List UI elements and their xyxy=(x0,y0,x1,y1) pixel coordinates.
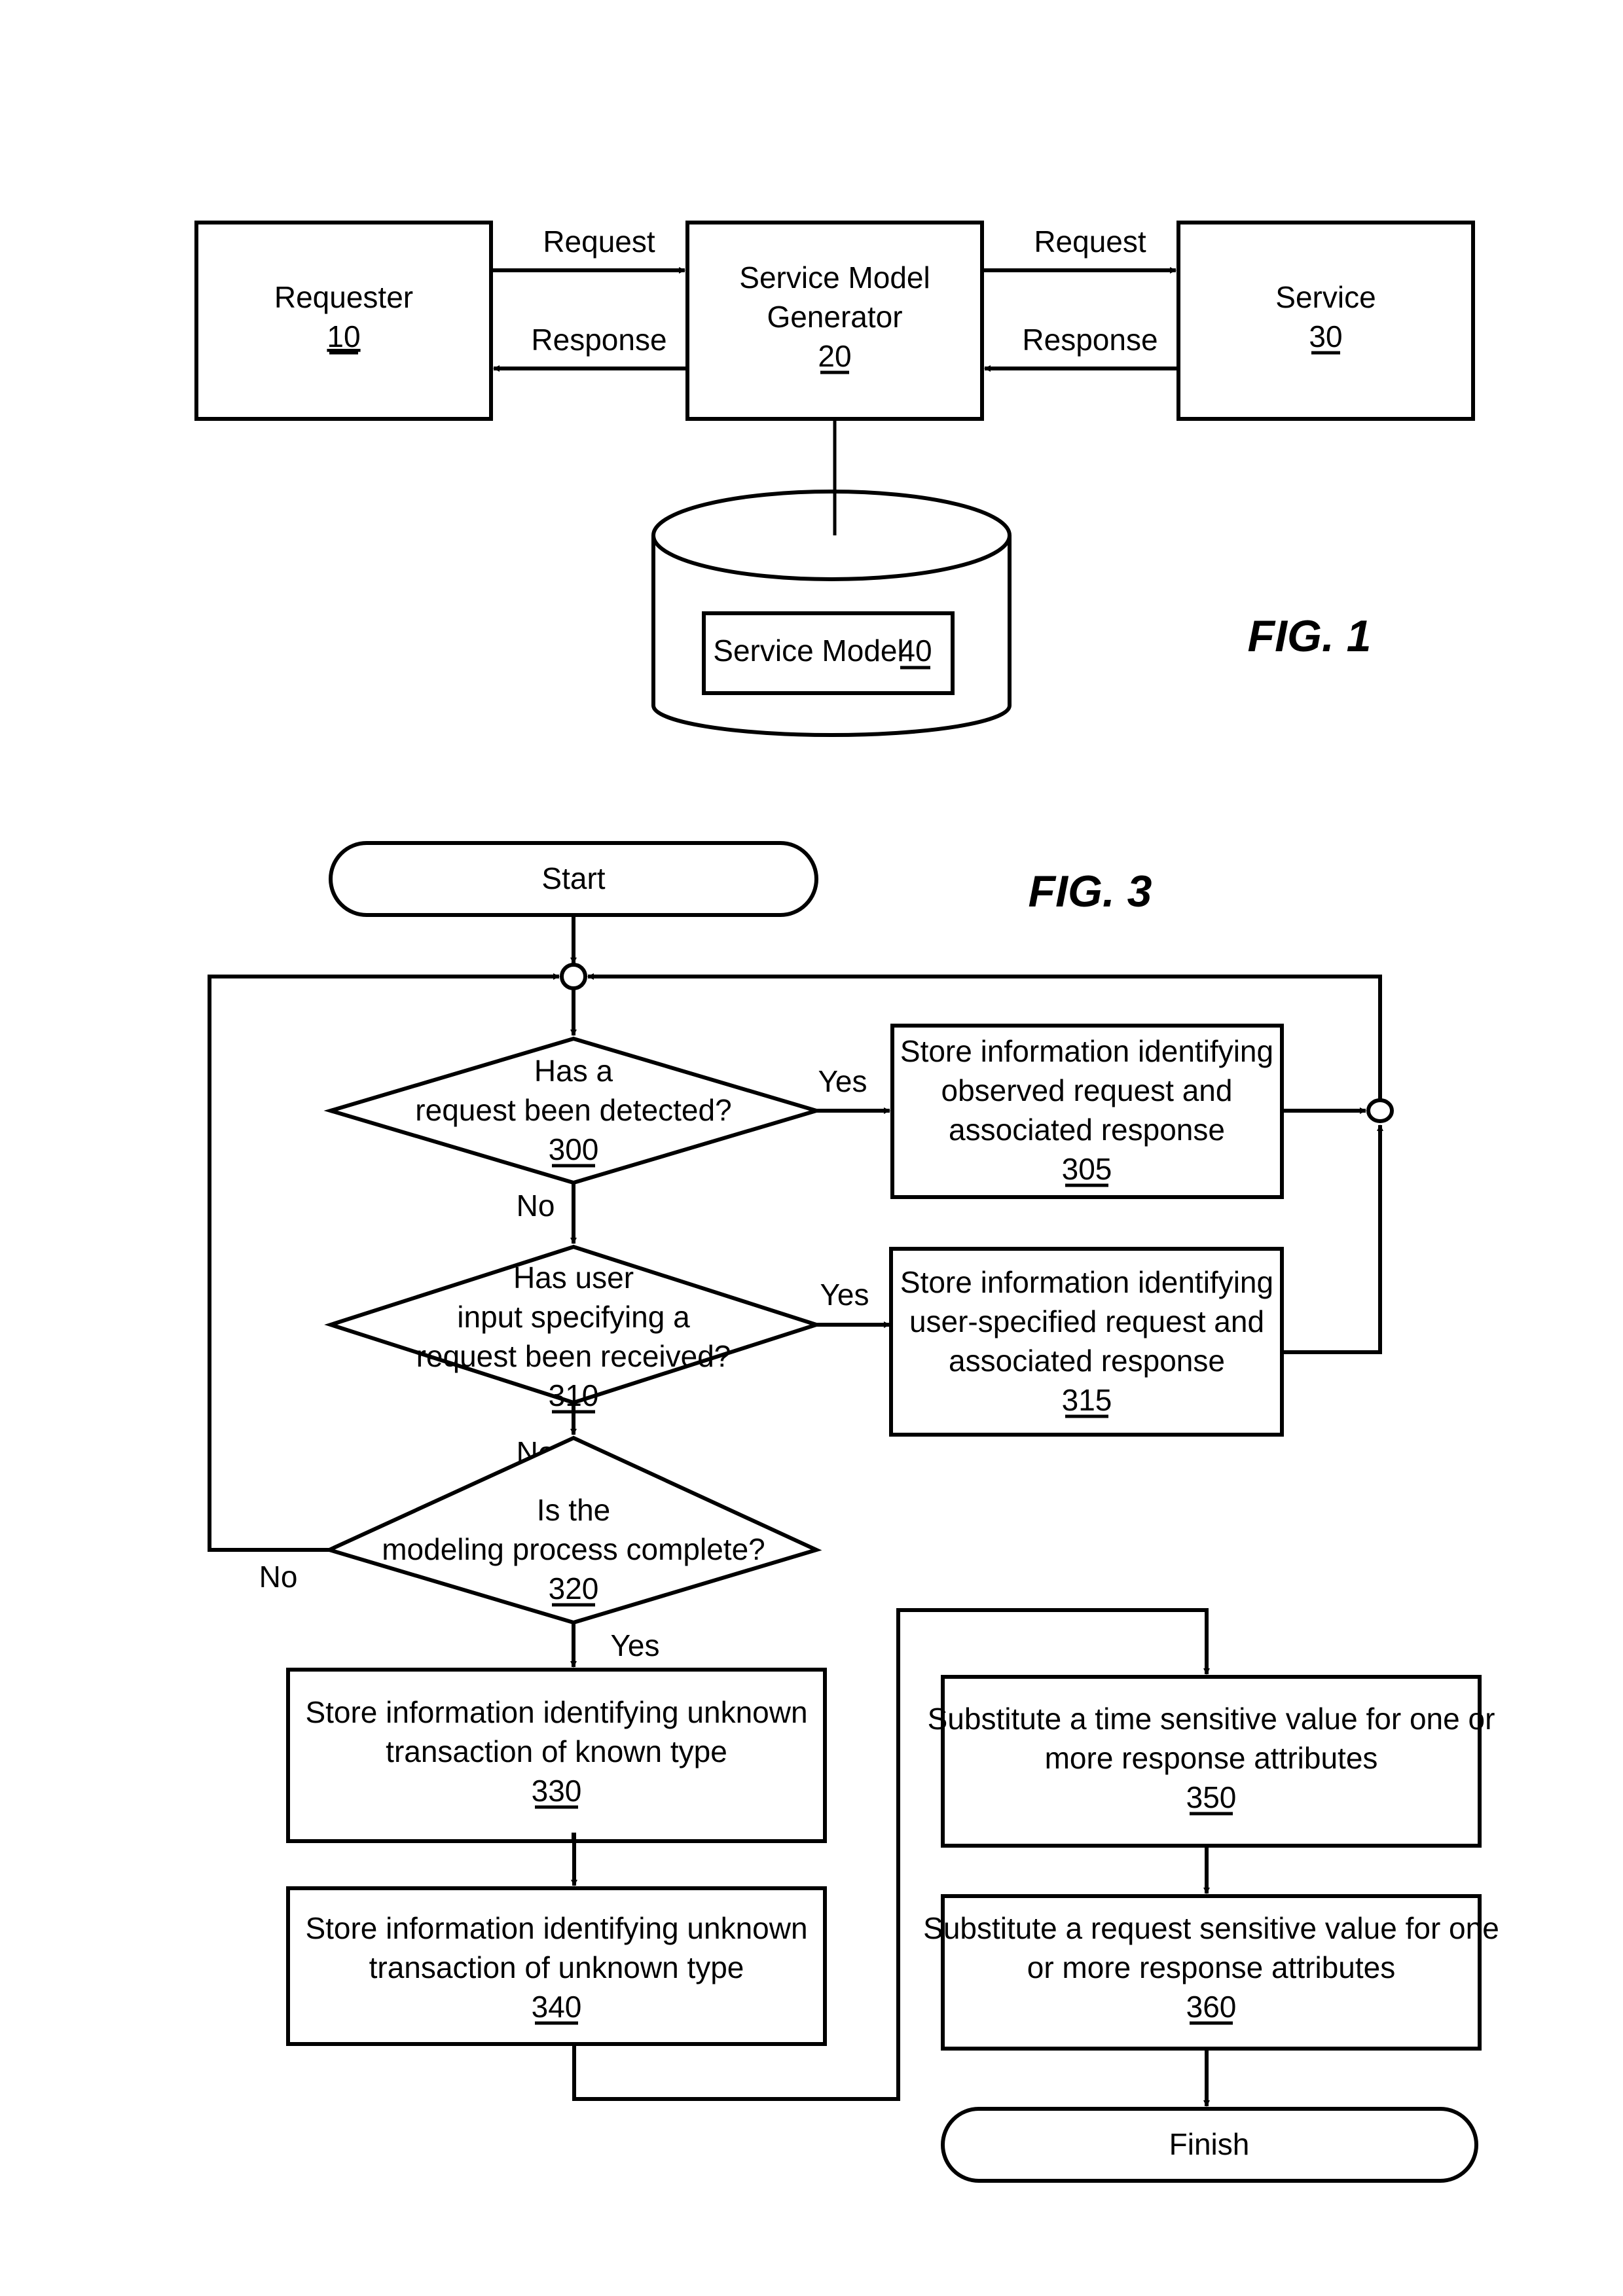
request-label-left: Request xyxy=(543,224,655,259)
b305-line1: Store information identifying xyxy=(900,1034,1273,1068)
d310-line2: input specifying a xyxy=(457,1300,690,1334)
b315-line2: user-specified request and xyxy=(909,1304,1264,1338)
decision-310: Has user input specifying a request been… xyxy=(324,1244,823,1414)
request-label-right: Request xyxy=(1034,224,1146,259)
d320-line2: modeling process complete? xyxy=(382,1532,765,1566)
generator-label-line2: Generator xyxy=(767,300,902,334)
d300-ref: 300 xyxy=(549,1132,599,1166)
step-330: Store information identifying unknown tr… xyxy=(286,1668,827,1843)
fig1-caption: FIG. 1 xyxy=(1248,611,1372,661)
merge-junction-right xyxy=(1366,1098,1394,1123)
start-label: Start xyxy=(541,861,605,895)
b315-ref: 315 xyxy=(1062,1383,1112,1417)
d310-line1: Has user xyxy=(513,1261,634,1295)
b330-line2: transaction of known type xyxy=(386,1734,727,1768)
b360-ref: 360 xyxy=(1186,1990,1237,2024)
b340-line2: transaction of unknown type xyxy=(369,1950,744,1984)
service-model-label: Service Model xyxy=(713,634,903,668)
finish-label: Finish xyxy=(1169,2127,1250,2161)
b360-line1: Substitute a request sensitive value for… xyxy=(923,1911,1499,1945)
requester-label: Requester xyxy=(274,280,413,314)
b305-line3: associated response xyxy=(949,1113,1225,1147)
yes-320-label: Yes xyxy=(610,1628,659,1662)
service-model-ref: 40 xyxy=(898,634,932,668)
fig3: FIG. 3 Start Has a request been detected… xyxy=(208,841,1499,2183)
response-label-left: Response xyxy=(531,323,666,357)
d300-line1: Has a xyxy=(534,1054,613,1088)
requester-node: Requester 10 xyxy=(194,221,493,421)
fig3-caption: FIG. 3 xyxy=(1029,867,1152,916)
d320-ref: 320 xyxy=(549,1571,599,1605)
step-315: Store information identifying user-speci… xyxy=(889,1247,1284,1437)
yes-310-label: Yes xyxy=(820,1278,869,1312)
b350-line1: Substitute a time sensitive value for on… xyxy=(928,1702,1495,1736)
b315-line1: Store information identifying xyxy=(900,1265,1273,1299)
b315-line3: associated response xyxy=(949,1344,1225,1378)
patent-figures: Requester 10 Service Model Generator 20 … xyxy=(194,221,1499,2183)
b330-line1: Store information identifying unknown xyxy=(305,1695,807,1729)
service-model-database: Service Model 40 xyxy=(651,419,1012,737)
d320-line1: Is the xyxy=(537,1493,611,1527)
315-to-junction-arrow xyxy=(1282,1124,1383,1354)
b340-ref: 340 xyxy=(532,1990,582,2024)
requester-ref: 10 xyxy=(327,319,360,353)
finish-terminal: Finish xyxy=(941,2107,1478,2183)
service-label: Service xyxy=(1275,280,1376,314)
decision-320: Is the modeling process complete? 320 xyxy=(323,1435,822,1625)
yes-300-label: Yes xyxy=(818,1064,867,1098)
service-ref: 30 xyxy=(1309,319,1342,353)
b340-line1: Store information identifying unknown xyxy=(305,1911,807,1945)
b360-line2: or more response attributes xyxy=(1027,1950,1396,1984)
step-360: Substitute a request sensitive value for… xyxy=(923,1894,1499,2051)
fig1: Requester 10 Service Model Generator 20 … xyxy=(194,221,1475,737)
b350-ref: 350 xyxy=(1186,1780,1237,1814)
generator-ref: 20 xyxy=(818,339,851,373)
step-350: Substitute a time sensitive value for on… xyxy=(928,1675,1495,1848)
decision-300: Has a request been detected? 300 xyxy=(323,1036,824,1185)
step-305: Store information identifying observed r… xyxy=(890,1024,1284,1199)
step-340: Store information identifying unknown tr… xyxy=(286,1886,827,2046)
b330-ref: 330 xyxy=(532,1774,582,1808)
service-model-generator-node: Service Model Generator 20 xyxy=(685,221,984,421)
no-300-label: No xyxy=(517,1189,555,1223)
no-320-label: No xyxy=(259,1560,298,1594)
generator-label-line1: Service Model xyxy=(739,260,930,295)
service-node: Service 30 xyxy=(1176,221,1475,421)
b305-ref: 305 xyxy=(1062,1152,1112,1186)
response-label-right: Response xyxy=(1022,323,1158,357)
b350-line2: more response attributes xyxy=(1045,1741,1378,1775)
d300-line2: request been detected? xyxy=(415,1093,731,1127)
d310-line3: request been received? xyxy=(416,1339,731,1373)
b305-line2: observed request and xyxy=(941,1073,1233,1107)
start-terminal: Start xyxy=(329,841,818,917)
merge-junction-top xyxy=(560,963,587,990)
